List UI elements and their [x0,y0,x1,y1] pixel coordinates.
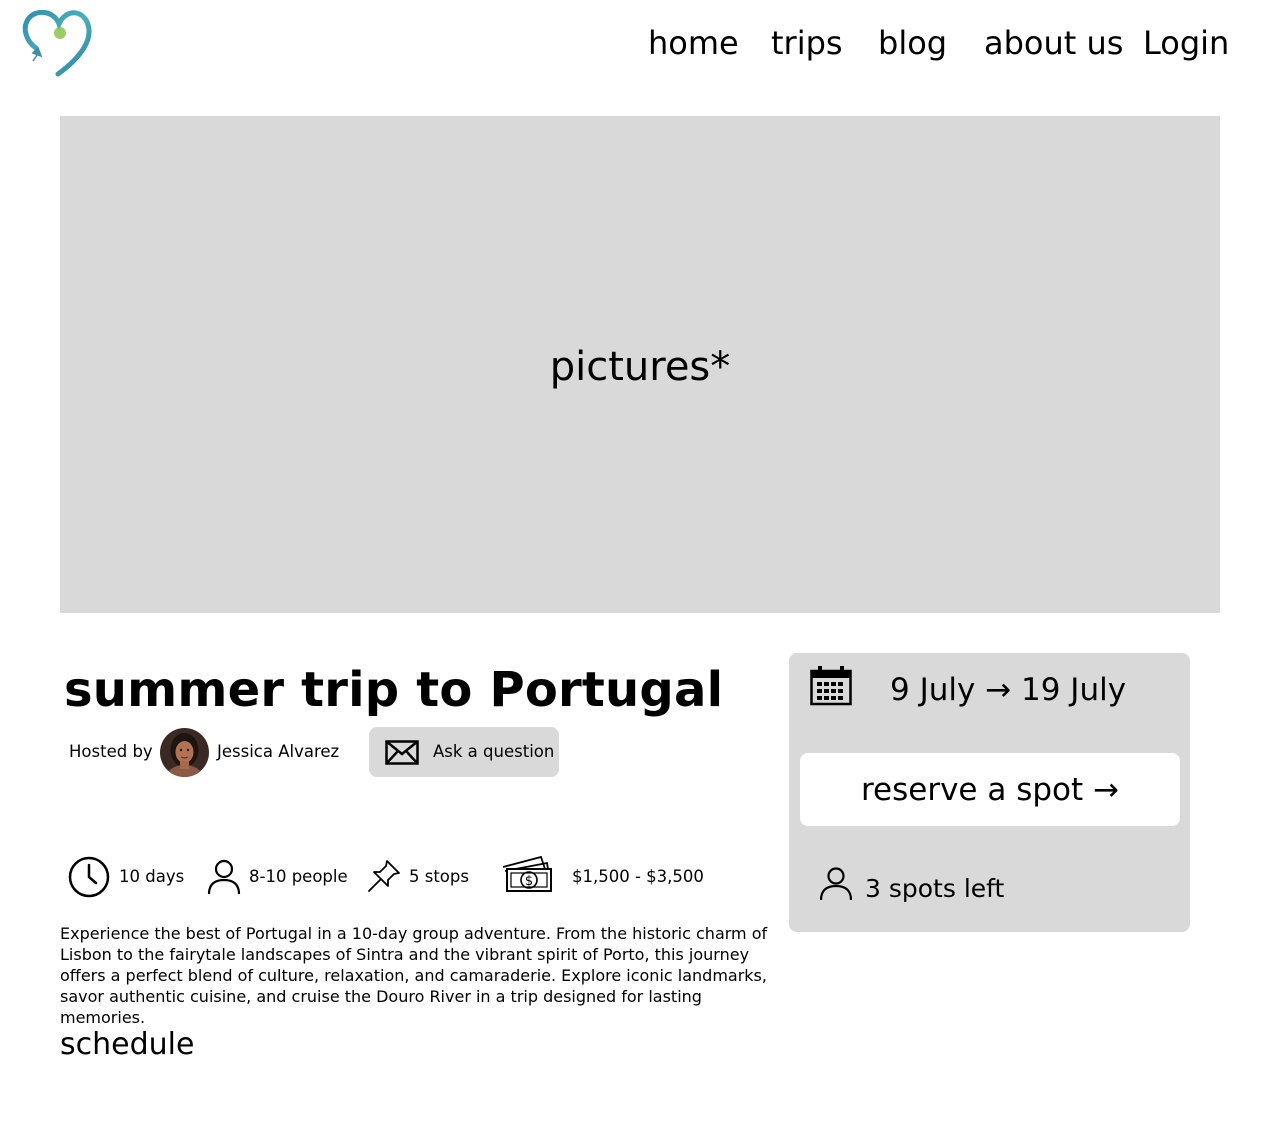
spots-left: 3 spots left [865,874,1005,903]
ask-question-button[interactable]: Ask a question [369,727,559,777]
host-name[interactable]: Jessica Alvarez [217,741,339,763]
trip-description: Experience the best of Portugal in a 10-… [60,924,768,1027]
trip-title: summer trip to Portugal [64,662,724,718]
schedule-heading[interactable]: schedule [60,1026,194,1064]
hosted-by-label: Hosted by [69,742,153,761]
nav-home[interactable]: home [648,22,739,64]
trip-dates: 9 July → 19 July [890,672,1127,708]
trip-duration: 10 days [119,867,185,886]
heart-logo-icon[interactable] [22,8,96,80]
nav-blog[interactable]: blog [878,22,947,64]
nav-login[interactable]: Login [1143,22,1229,64]
person-icon [819,866,853,906]
person-icon [207,858,241,900]
host-avatar[interactable] [160,728,209,777]
reserve-spot-button[interactable]: reserve a spot → [800,753,1180,826]
group-size: 8-10 people [249,867,348,886]
envelope-icon [385,740,419,769]
pictures-label: pictures* [549,343,731,390]
trip-pictures-placeholder[interactable]: pictures* [60,116,1220,613]
money-icon: $ [501,855,553,897]
pushpin-icon [367,859,401,897]
svg-text:$: $ [525,874,533,889]
ask-question-label: Ask a question [433,742,555,761]
booking-card: 9 July → 19 July reserve a spot → 3 spot… [789,653,1190,932]
stops-count: 5 stops [409,867,469,886]
nav-about-us[interactable]: about us [984,22,1123,64]
price-range: $1,500 - $3,500 [572,867,704,886]
clock-icon [68,856,110,902]
calendar-icon [810,666,852,710]
nav-trips[interactable]: trips [771,22,843,64]
